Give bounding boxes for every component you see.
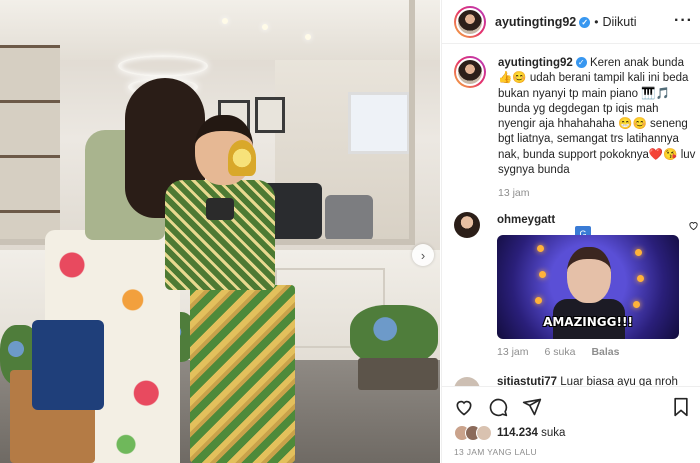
send-icon[interactable] xyxy=(522,397,542,417)
action-bar: 114.234 suka 13 JAM YANG LALU xyxy=(442,386,700,463)
bookmark-icon[interactable] xyxy=(671,397,691,417)
more-options-icon[interactable]: ··· xyxy=(674,12,693,30)
comment-icon[interactable] xyxy=(488,397,508,417)
username-text[interactable]: ayutingting92 xyxy=(495,15,576,29)
likes-count[interactable]: 114.234 suka xyxy=(497,427,565,439)
caption-text: ayutingting92 ✓ Keren anak bunda 👍😊 udah … xyxy=(498,56,698,202)
post-sidebar: ayutingting92 ✓ • Diikuti ··· ayutingting… xyxy=(441,0,700,463)
comment-meta: 13 jam 6 suka Balas xyxy=(497,346,619,358)
likes-row: 114.234 suka xyxy=(454,425,565,441)
phone xyxy=(206,198,234,220)
verified-badge-icon: ✓ xyxy=(579,16,591,28)
heart-icon[interactable] xyxy=(688,220,699,234)
heart-icon[interactable] xyxy=(454,397,474,417)
avatar[interactable] xyxy=(454,5,486,38)
comment-gif[interactable]: AMAZINGG!!! xyxy=(497,235,679,339)
avatar xyxy=(476,425,492,441)
comment-likes[interactable]: 6 suka xyxy=(545,346,576,358)
post-header: ayutingting92 ✓ • Diikuti ··· xyxy=(442,0,700,44)
post-time-ago: 13 JAM YANG LALU xyxy=(454,447,537,457)
post-photo: › xyxy=(0,0,440,463)
gif-person-face xyxy=(567,247,611,303)
handbag xyxy=(32,320,104,410)
avatar[interactable] xyxy=(454,212,480,238)
comment-username[interactable]: ohmeygatt xyxy=(497,214,555,226)
caption-body: Keren anak bunda 👍😊 udah berani tampil k… xyxy=(498,57,696,177)
reply-button[interactable]: Balas xyxy=(591,346,619,358)
girl-top xyxy=(165,180,275,290)
flower-plant xyxy=(350,305,438,365)
trophy xyxy=(228,140,256,176)
chevron-right-icon[interactable]: › xyxy=(412,244,434,266)
separator: • xyxy=(594,14,599,29)
caption-time[interactable]: 13 jam xyxy=(498,186,698,201)
post-username[interactable]: ayutingting92 ✓ xyxy=(495,15,591,29)
girl-skirt xyxy=(190,285,295,463)
comment-time[interactable]: 13 jam xyxy=(497,346,529,358)
avatar[interactable] xyxy=(454,56,486,88)
gif-caption: AMAZINGG!!! xyxy=(543,315,633,329)
caption-username[interactable]: ayutingting92 xyxy=(498,57,573,69)
follow-status[interactable]: Diikuti xyxy=(602,15,636,29)
verified-badge-icon: ✓ xyxy=(575,57,587,68)
planter xyxy=(358,358,438,390)
